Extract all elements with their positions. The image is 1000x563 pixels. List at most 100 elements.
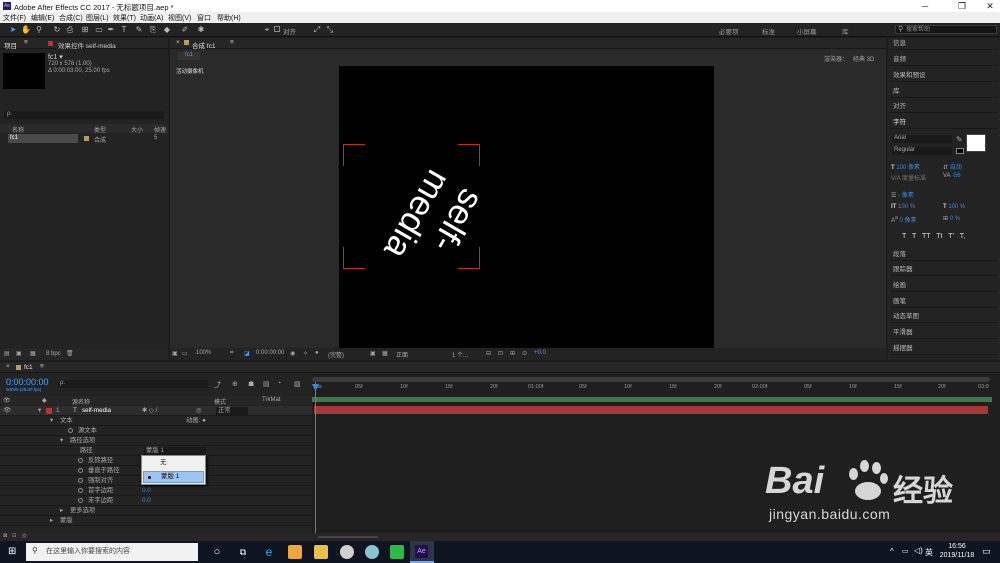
horizontal-scale-field[interactable]: T 100 % bbox=[943, 204, 965, 210]
indent-value[interactable]: - 像素 bbox=[898, 193, 914, 199]
last-margin-value[interactable]: 0.0 bbox=[142, 496, 151, 506]
small-caps-button[interactable]: Tt bbox=[936, 233, 942, 240]
prop-path-options[interactable]: ▾ 路径选项 bbox=[0, 436, 312, 446]
tracking-field[interactable]: VA -56 bbox=[943, 173, 961, 179]
taskbar-ae-active[interactable]: Ae bbox=[410, 541, 434, 563]
panel-align[interactable]: 对齐 bbox=[890, 101, 998, 113]
col-fps[interactable]: 帧速 bbox=[154, 125, 166, 134]
task-switch-icon[interactable]: ⧉ bbox=[236, 545, 250, 559]
tsume-field[interactable]: ⊞ 0 % bbox=[943, 215, 960, 222]
puppet-tool-icon[interactable]: ✱ bbox=[196, 25, 206, 35]
project-search-input[interactable]: ρ. bbox=[4, 111, 164, 119]
font-family-select[interactable]: Arial bbox=[892, 135, 952, 143]
new-comp-icon[interactable]: ▦ bbox=[30, 350, 36, 357]
tab-project[interactable]: 项目 bbox=[4, 40, 17, 50]
type-style-buttons[interactable]: T T TT Tt T' T, bbox=[902, 233, 965, 240]
toggle-switches-icon[interactable]: ⊠ bbox=[3, 533, 8, 539]
vscale-value[interactable]: 100 % bbox=[898, 204, 915, 210]
draft-3d-icon[interactable]: ⊕ bbox=[232, 380, 238, 388]
transparency-icon[interactable]: ▦ bbox=[382, 350, 388, 357]
selection-tool-icon[interactable]: ➤ bbox=[8, 25, 18, 35]
col-source-name[interactable]: 源名称 bbox=[72, 397, 90, 406]
eyedropper-icon[interactable]: ✎ bbox=[956, 135, 963, 144]
hscale-value[interactable]: 100 % bbox=[948, 204, 965, 210]
stroke-color-swatch[interactable] bbox=[956, 148, 964, 154]
fast-preview-icon[interactable]: ⊟ bbox=[486, 350, 491, 357]
col-name[interactable]: 名称 bbox=[12, 125, 24, 134]
color-channel-icon[interactable]: ● bbox=[315, 350, 319, 356]
comp-menu-icon[interactable]: ≡ bbox=[230, 39, 234, 46]
pen-tool-icon[interactable]: ✒ bbox=[106, 25, 116, 35]
edge-browser-icon[interactable]: e bbox=[262, 545, 276, 559]
panel-paint[interactable]: 绘画 bbox=[890, 280, 998, 292]
panel-paragraph[interactable]: 段落 bbox=[890, 249, 998, 261]
clock-date[interactable]: 2019/11/18 bbox=[937, 552, 977, 559]
close-timeline-tab-icon[interactable]: × bbox=[6, 363, 10, 370]
col-type[interactable]: 类型 bbox=[94, 125, 106, 134]
tab-composition[interactable]: 合成 fc1 bbox=[192, 40, 215, 50]
renderer-value[interactable]: 经典 3D bbox=[853, 54, 874, 63]
panel-tracker[interactable]: 跟踪器 bbox=[890, 264, 998, 276]
prop-source-text[interactable]: 源文本 bbox=[0, 426, 312, 436]
dropdown-option-mask1[interactable]: 蒙版 1 bbox=[143, 471, 204, 483]
hand-tool-icon[interactable]: ✋ bbox=[21, 25, 31, 35]
timeline-timecode[interactable]: 0:00:00:00 bbox=[6, 377, 49, 387]
comp-timecode[interactable]: 0:00:00:00 bbox=[256, 350, 284, 356]
frame-blend-icon[interactable]: ▤ bbox=[263, 380, 270, 388]
comp-breadcrumb[interactable]: fc1 bbox=[178, 52, 200, 60]
first-margin-value[interactable]: 0.0 bbox=[142, 486, 151, 496]
camera-tool-icon[interactable]: ⎙ bbox=[65, 25, 75, 35]
path-select[interactable]: 蒙版 1 bbox=[144, 447, 206, 455]
expand-icon[interactable]: ⤡ bbox=[325, 25, 335, 35]
col-mode[interactable]: 模式 bbox=[214, 397, 226, 406]
grid-icon[interactable]: ⌗ bbox=[230, 350, 233, 357]
view-select[interactable]: 正面 bbox=[396, 350, 408, 359]
new-folder-icon[interactable]: ▣ bbox=[16, 350, 22, 357]
brush-tool-icon[interactable]: ✎ bbox=[134, 25, 144, 35]
tracking-value[interactable]: -56 bbox=[952, 173, 961, 179]
panel-brushes[interactable]: 画笔 bbox=[890, 296, 998, 308]
prop-last-margin[interactable]: 末字边距 0.0 bbox=[0, 496, 312, 506]
workspace-small-screen[interactable]: 小屏幕 bbox=[797, 26, 817, 36]
graph-editor-icon[interactable]: ▨ bbox=[294, 380, 301, 388]
app-bird-icon[interactable] bbox=[340, 545, 354, 559]
menu-window[interactable]: 窗口 bbox=[197, 13, 211, 23]
layer-label-color[interactable] bbox=[46, 408, 52, 414]
stopwatch-icon[interactable] bbox=[78, 468, 83, 473]
panel-audio[interactable]: 音频 bbox=[890, 54, 998, 66]
time-ruler[interactable]: 0s 05f 10f 15f 20f 01:00f 05f 10f 15f 20… bbox=[312, 384, 1000, 394]
baseline-field[interactable]: Aa 0 像素 bbox=[891, 215, 916, 224]
menu-help[interactable]: 帮助(H) bbox=[217, 13, 241, 23]
panel-wiggler[interactable]: 摇摆器 bbox=[890, 343, 998, 355]
preview-icon[interactable]: ▣ bbox=[172, 350, 178, 357]
timeline-icon[interactable]: ⊡ bbox=[498, 350, 503, 357]
eraser-tool-icon[interactable]: ◆ bbox=[162, 25, 172, 35]
font-size-field[interactable]: T 100 像素 bbox=[891, 162, 920, 171]
file-explorer-icon[interactable] bbox=[314, 545, 328, 559]
panel-motion-sketch[interactable]: 动态草图 bbox=[890, 311, 998, 323]
wechat-icon[interactable] bbox=[390, 545, 404, 559]
close-tab-icon[interactable]: × bbox=[176, 39, 180, 46]
animate-button[interactable]: 动画: ● bbox=[186, 416, 206, 426]
menu-file[interactable]: 文件(F) bbox=[3, 13, 26, 23]
faux-bold-button[interactable]: T bbox=[902, 233, 906, 240]
panel-effects-presets[interactable]: 效果和预设 bbox=[890, 70, 998, 82]
superscript-button[interactable]: T' bbox=[948, 233, 954, 240]
tray-chevron-icon[interactable]: ^ bbox=[890, 547, 894, 556]
workspace-essentials[interactable]: 必要项 bbox=[719, 26, 739, 36]
mask-visibility-icon[interactable]: ◪ bbox=[244, 350, 250, 357]
panel-libraries[interactable]: 库 bbox=[890, 86, 998, 98]
layer-twirl-icon[interactable]: ▾ bbox=[38, 406, 41, 416]
shy-icon[interactable]: ☗ bbox=[248, 380, 254, 388]
vertical-scale-field[interactable]: IT 100 % bbox=[891, 204, 915, 210]
stopwatch-icon[interactable] bbox=[78, 458, 83, 463]
timeline-menu-icon[interactable]: ≡ bbox=[40, 363, 44, 370]
render-time-icon[interactable]: ◎ bbox=[22, 533, 27, 539]
panel-character-title[interactable]: 字符 bbox=[890, 117, 998, 129]
layer-duration-bar[interactable] bbox=[314, 406, 988, 414]
volume-icon[interactable]: ◁) bbox=[914, 546, 923, 555]
dropdown-option-none[interactable]: 无 bbox=[142, 457, 205, 469]
all-caps-button[interactable]: TT bbox=[922, 233, 930, 240]
kerning-value[interactable]: 度量标准 bbox=[902, 176, 926, 182]
minimize-button[interactable]: ─ bbox=[910, 0, 940, 12]
